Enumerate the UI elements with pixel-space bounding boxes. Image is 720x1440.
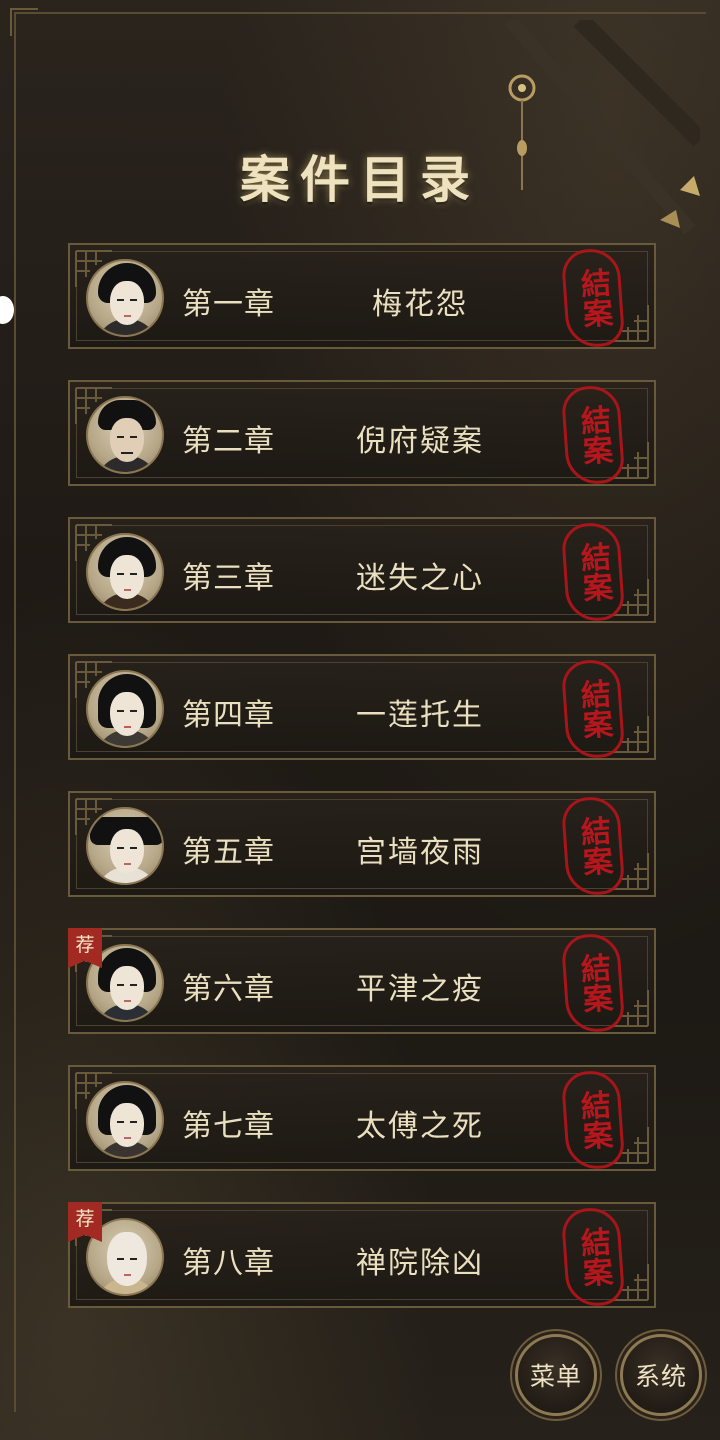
chapter-card-2[interactable]: 第二章 倪府疑案 結案 xyxy=(68,380,656,486)
case-closed-seal-stamp: 結案 xyxy=(560,1069,626,1171)
case-closed-seal-stamp: 結案 xyxy=(560,384,626,486)
menu-button[interactable]: 菜单 xyxy=(515,1334,597,1416)
chapter-card-6[interactable]: 荐 第六章 平津之疫 結案 xyxy=(68,928,656,1034)
case-closed-seal-stamp: 結案 xyxy=(560,1206,626,1308)
case-closed-seal-stamp: 結案 xyxy=(560,658,626,760)
character-portrait-avatar xyxy=(86,259,164,337)
chapter-title: 梅花怨 xyxy=(372,287,468,322)
chapter-title: 一莲托生 xyxy=(356,698,484,733)
case-closed-seal-stamp: 結案 xyxy=(560,795,626,897)
chapter-number: 第二章 xyxy=(182,424,275,459)
chapter-card-8[interactable]: 荐 第八章 禅院除凶 結案 xyxy=(68,1202,656,1308)
character-portrait-avatar xyxy=(86,670,164,748)
chapter-number: 第八章 xyxy=(182,1246,275,1281)
floating-assist-handle[interactable] xyxy=(0,296,14,324)
character-portrait-avatar xyxy=(86,1081,164,1159)
left-border-line xyxy=(14,12,16,1412)
chapter-title: 禅院除凶 xyxy=(356,1246,484,1281)
chapter-card-1[interactable]: 第一章 梅花怨 結案 xyxy=(68,243,656,349)
corner-ornament xyxy=(10,8,38,36)
case-closed-seal-stamp: 結案 xyxy=(560,932,626,1034)
system-button[interactable]: 系统 xyxy=(620,1334,702,1416)
chapter-number: 第七章 xyxy=(182,1109,275,1144)
character-portrait-avatar xyxy=(86,807,164,885)
chapter-title: 倪府疑案 xyxy=(356,424,484,459)
top-border-line xyxy=(14,12,706,14)
chapter-card-4[interactable]: 第四章 一莲托生 結案 xyxy=(68,654,656,760)
chapter-number: 第三章 xyxy=(182,561,275,596)
chapter-number: 第四章 xyxy=(182,698,275,733)
character-portrait-avatar xyxy=(86,396,164,474)
chapter-number: 第一章 xyxy=(182,287,275,322)
chapter-title: 平津之疫 xyxy=(356,972,484,1007)
chapter-card-5[interactable]: 第五章 宫墙夜雨 結案 xyxy=(68,791,656,897)
chapter-title: 宫墙夜雨 xyxy=(356,835,484,870)
chapter-title: 迷失之心 xyxy=(356,561,484,596)
case-closed-seal-stamp: 結案 xyxy=(560,247,626,349)
page-title: 案件目录 xyxy=(240,150,480,209)
chapter-card-3[interactable]: 第三章 迷失之心 結案 xyxy=(68,517,656,623)
chapter-number: 第六章 xyxy=(182,972,275,1007)
case-closed-seal-stamp: 結案 xyxy=(560,521,626,623)
chapter-card-7[interactable]: 第七章 太傅之死 結案 xyxy=(68,1065,656,1171)
chapter-title: 太傅之死 xyxy=(356,1109,484,1144)
case-directory-screen: 案件目录 第一章 梅花怨 結案 第二章 倪府疑案 結案 第三章 迷失之心 結案 … xyxy=(0,0,720,1440)
character-portrait-avatar xyxy=(86,533,164,611)
chapter-number: 第五章 xyxy=(182,835,275,870)
